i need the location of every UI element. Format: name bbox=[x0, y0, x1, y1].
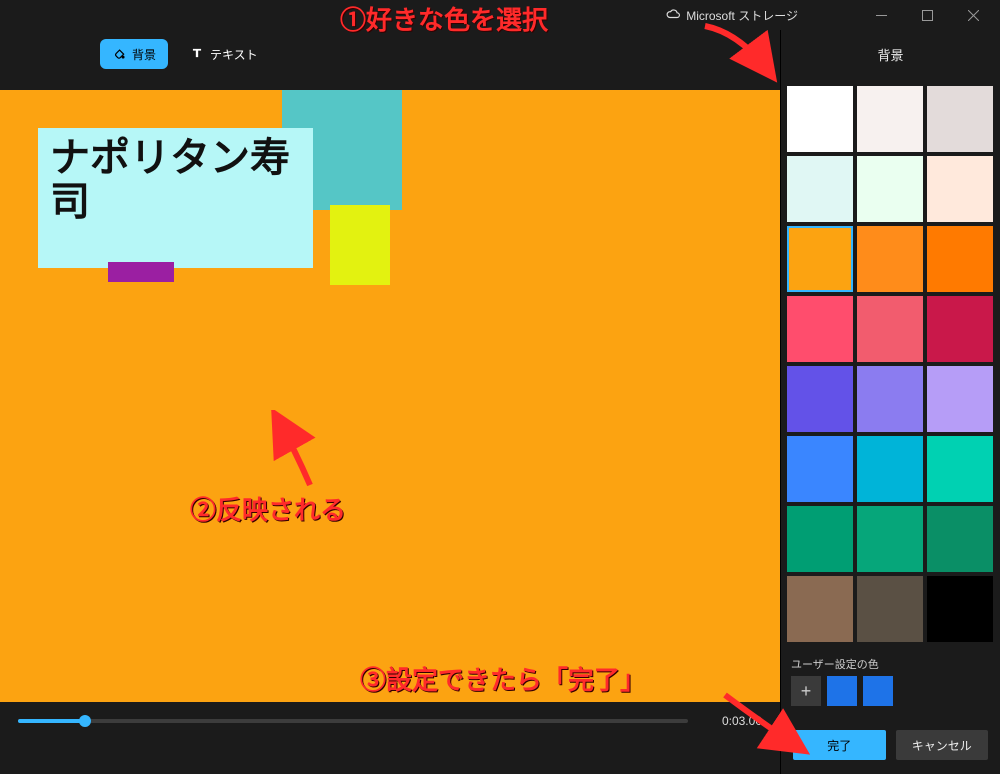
color-swatch[interactable] bbox=[857, 156, 923, 222]
sidebar-title: 背景 bbox=[781, 30, 1000, 78]
background-sidebar: 背景 ユーザー設定の色 + 完了 キャンセル bbox=[780, 30, 1000, 774]
color-swatch-grid bbox=[781, 78, 1000, 650]
color-swatch[interactable] bbox=[857, 576, 923, 642]
background-tool-button[interactable]: 背景 bbox=[100, 39, 168, 69]
canvas[interactable]: ナポリタン寿司 bbox=[0, 90, 780, 730]
color-swatch[interactable] bbox=[787, 226, 853, 292]
cancel-button[interactable]: キャンセル bbox=[896, 730, 989, 760]
titlebar: Microsoft ストレージ bbox=[0, 0, 1000, 30]
shape-purple-bar[interactable] bbox=[108, 262, 174, 282]
color-swatch[interactable] bbox=[927, 296, 993, 362]
color-swatch[interactable] bbox=[787, 366, 853, 432]
color-swatch[interactable] bbox=[787, 86, 853, 152]
done-button[interactable]: 完了 bbox=[793, 730, 886, 760]
color-swatch[interactable] bbox=[787, 576, 853, 642]
title-text: ナポリタン寿司 bbox=[38, 128, 313, 224]
color-swatch[interactable] bbox=[927, 156, 993, 222]
paint-bucket-icon bbox=[112, 46, 126, 63]
shape-lime-block[interactable] bbox=[330, 205, 390, 285]
text-tool-button[interactable]: テキスト bbox=[178, 39, 270, 69]
add-user-color-button[interactable]: + bbox=[791, 676, 821, 706]
color-swatch[interactable] bbox=[857, 226, 923, 292]
ms-storage-label: Microsoft ストレージ bbox=[686, 7, 798, 24]
color-swatch[interactable] bbox=[787, 506, 853, 572]
color-swatch[interactable] bbox=[927, 86, 993, 152]
timeline-time: 0:03.00 bbox=[702, 714, 762, 728]
editor-main: 背景 テキスト ナポリタン寿司 0:03.00 bbox=[0, 30, 780, 774]
user-color-swatch[interactable] bbox=[827, 676, 857, 706]
text-tool-label: テキスト bbox=[210, 46, 258, 63]
timeline-track[interactable] bbox=[18, 719, 688, 723]
user-color-swatch[interactable] bbox=[863, 676, 893, 706]
color-swatch[interactable] bbox=[927, 436, 993, 502]
window-maximize-button[interactable] bbox=[904, 0, 950, 30]
ms-storage-indicator[interactable]: Microsoft ストレージ bbox=[666, 7, 798, 24]
editor-toolbar: 背景 テキスト bbox=[0, 30, 780, 78]
window-close-button[interactable] bbox=[950, 0, 996, 30]
user-colors-label: ユーザー設定の色 bbox=[781, 650, 1000, 676]
color-swatch[interactable] bbox=[787, 156, 853, 222]
title-panel[interactable]: ナポリタン寿司 bbox=[38, 128, 313, 268]
timeline: 0:03.00 bbox=[0, 702, 780, 740]
color-swatch[interactable] bbox=[927, 576, 993, 642]
sidebar-footer: 完了 キャンセル bbox=[781, 720, 1000, 774]
color-swatch[interactable] bbox=[927, 226, 993, 292]
color-swatch[interactable] bbox=[857, 296, 923, 362]
color-swatch[interactable] bbox=[787, 296, 853, 362]
color-swatch[interactable] bbox=[857, 86, 923, 152]
canvas-wrap: ナポリタン寿司 bbox=[0, 90, 780, 730]
background-tool-label: 背景 bbox=[132, 46, 156, 63]
timeline-progress bbox=[18, 719, 85, 723]
user-colors-row: + bbox=[781, 676, 1000, 712]
color-swatch[interactable] bbox=[787, 436, 853, 502]
color-swatch[interactable] bbox=[857, 436, 923, 502]
cloud-icon bbox=[666, 7, 680, 24]
color-swatch[interactable] bbox=[857, 366, 923, 432]
window-minimize-button[interactable] bbox=[858, 0, 904, 30]
color-swatch[interactable] bbox=[927, 366, 993, 432]
color-swatch[interactable] bbox=[927, 506, 993, 572]
timeline-knob[interactable] bbox=[79, 715, 91, 727]
text-icon bbox=[190, 46, 204, 63]
color-swatch[interactable] bbox=[857, 506, 923, 572]
